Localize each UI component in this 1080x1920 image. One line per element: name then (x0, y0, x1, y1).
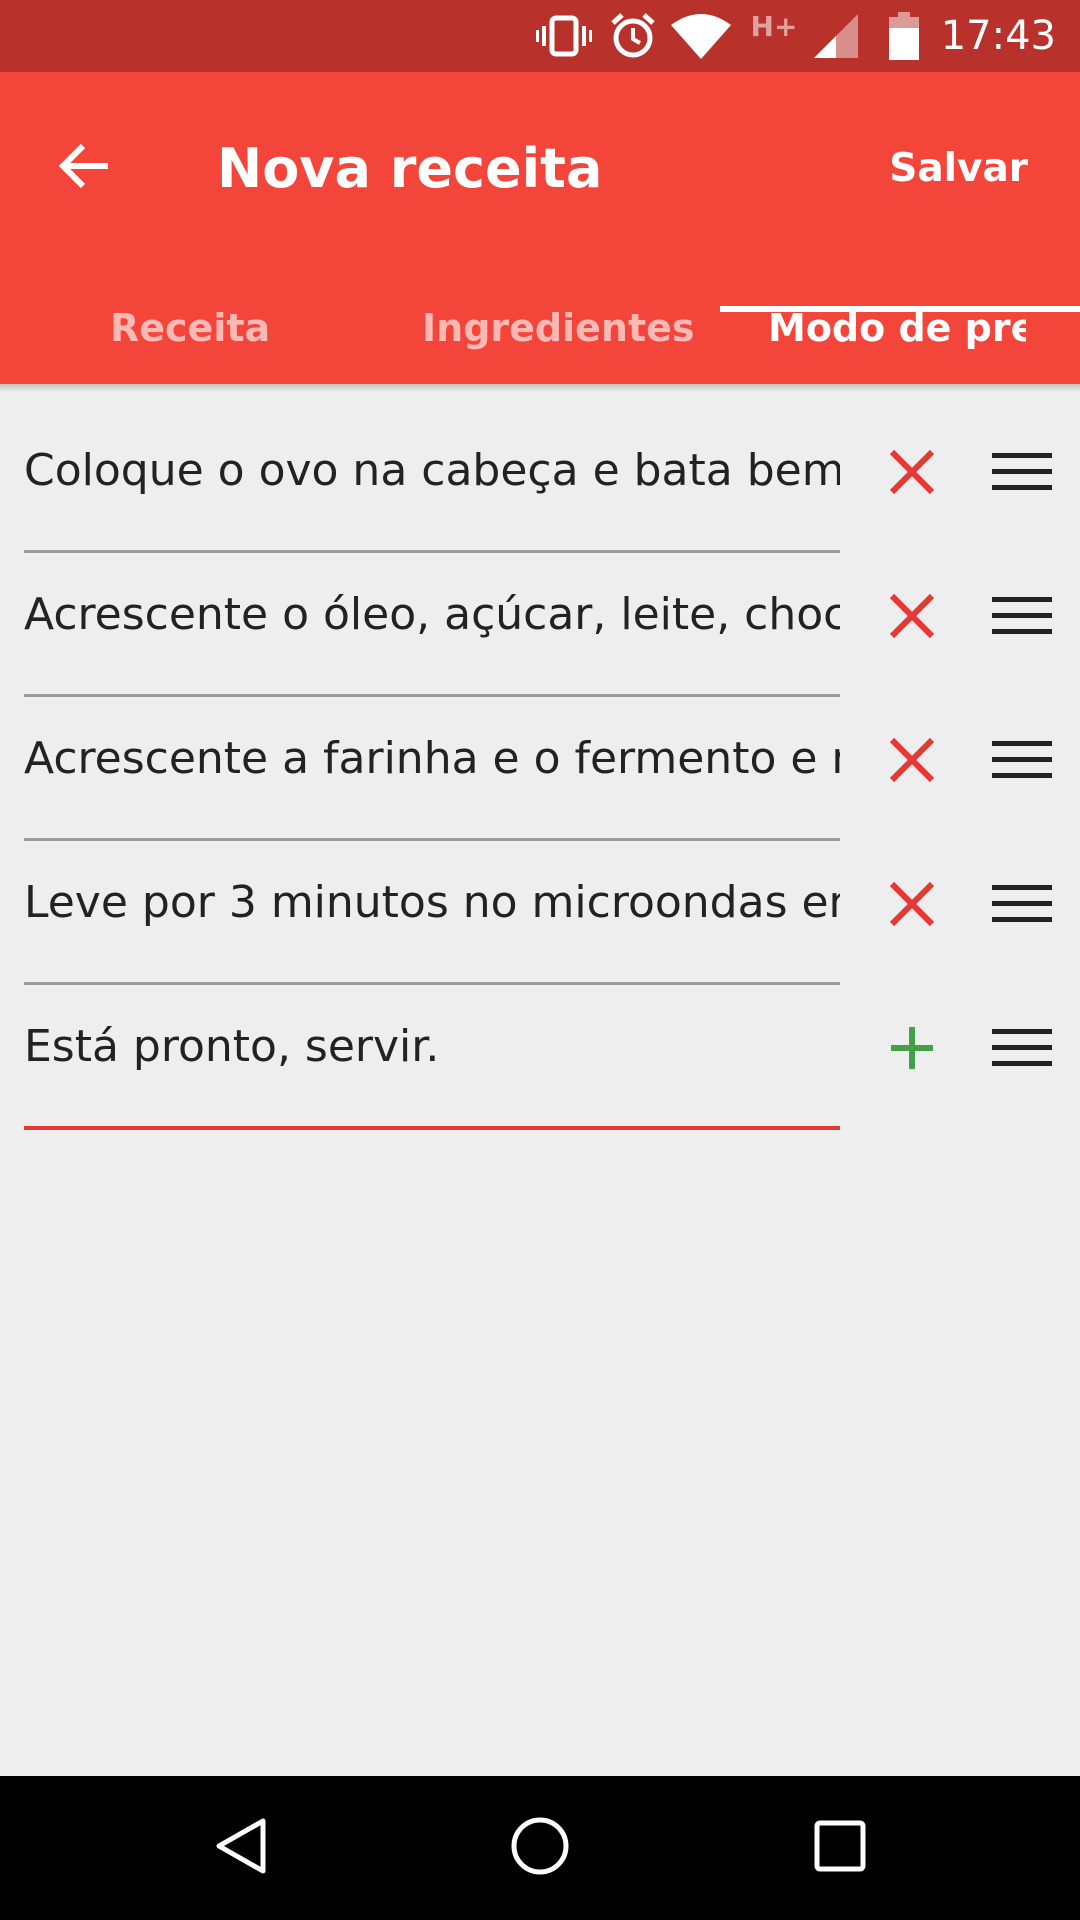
drag-handle[interactable] (980, 864, 1064, 948)
drag-handle-icon (992, 885, 1052, 927)
app-bar-shadow (0, 384, 1080, 392)
input-underline-focused (24, 1126, 840, 1130)
status-bar: H+ 17:43 (0, 0, 1080, 72)
status-time: 17:43 (940, 13, 1056, 59)
drag-handle[interactable] (980, 576, 1064, 660)
drag-handle[interactable] (980, 432, 1064, 516)
list-item: Acrescente o óleo, açúcar, leite, chocol (0, 548, 1080, 697)
alarm-icon (606, 0, 660, 72)
list-item: Coloque o ovo na cabeça e bata bem c (0, 404, 1080, 553)
close-icon (889, 737, 935, 787)
close-icon (889, 881, 935, 931)
add-step-button[interactable] (870, 1008, 954, 1092)
remove-step-button[interactable] (870, 720, 954, 804)
close-icon (889, 593, 935, 643)
tab-ingredientes[interactable]: Ingredientes (422, 272, 712, 384)
recents-square-icon (814, 1820, 866, 1876)
drag-handle-icon (992, 453, 1052, 495)
close-icon (889, 449, 935, 499)
wifi-icon (670, 0, 732, 72)
drag-handle[interactable] (980, 1008, 1064, 1092)
battery-icon (886, 0, 922, 72)
drag-handle-icon (992, 1029, 1052, 1071)
step-input[interactable]: Acrescente a farinha e o fermento e m (24, 724, 840, 794)
save-button[interactable]: Salvar (889, 124, 1028, 214)
step-input[interactable]: Acrescente o óleo, açúcar, leite, chocol (24, 580, 840, 650)
signal-icon (812, 0, 860, 72)
nav-back-button[interactable] (190, 1798, 290, 1898)
tab-modo-de-preparo[interactable]: Modo de prep (768, 272, 1026, 384)
network-type-icon: H+ (750, 9, 798, 43)
add-icon (889, 1025, 935, 1075)
tab-indicator (720, 306, 1080, 312)
page-title: Nova receita (217, 137, 603, 200)
remove-step-button[interactable] (870, 576, 954, 660)
arrow-back-icon (58, 143, 110, 193)
app-bar: Nova receita Salvar Receita Ingredientes… (0, 72, 1080, 384)
home-circle-icon (510, 1816, 570, 1880)
step-input[interactable]: Leve por 3 minutos no microondas em (24, 868, 840, 938)
tab-receita[interactable]: Receita (110, 272, 290, 384)
vibrate-icon (534, 0, 594, 72)
list-item: Acrescente a farinha e o fermento e m (0, 692, 1080, 841)
nav-home-button[interactable] (490, 1798, 590, 1898)
navigation-bar (0, 1776, 1080, 1920)
drag-handle[interactable] (980, 720, 1064, 804)
step-input[interactable]: Coloque o ovo na cabeça e bata bem c (24, 436, 840, 506)
tab-bar: Receita Ingredientes Modo de prep (0, 272, 1080, 384)
remove-step-button[interactable] (870, 432, 954, 516)
drag-handle-icon (992, 741, 1052, 783)
nav-recents-button[interactable] (790, 1798, 890, 1898)
list-item: Leve por 3 minutos no microondas em (0, 836, 1080, 985)
step-input[interactable]: Está pronto, servir. (24, 1012, 840, 1082)
remove-step-button[interactable] (870, 864, 954, 948)
list-item: Está pronto, servir. (0, 980, 1080, 1130)
drag-handle-icon (992, 597, 1052, 639)
back-button[interactable] (30, 114, 138, 222)
back-triangle-icon (213, 1817, 267, 1879)
